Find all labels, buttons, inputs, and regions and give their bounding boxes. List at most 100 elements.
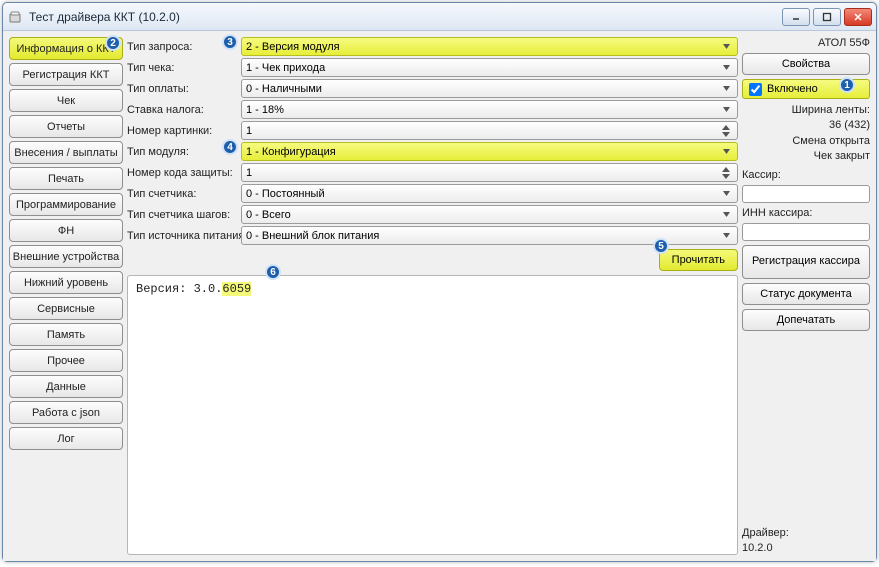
step-counter-type-select[interactable]: 0 - Всего xyxy=(241,205,738,224)
doc-status-label: Статус документа xyxy=(760,288,851,300)
payment-type-value: 0 - Наличными xyxy=(246,83,322,95)
window-title: Тест драйвера ККТ (10.2.0) xyxy=(29,10,180,24)
sidebar-item-cash-in-out[interactable]: Внесения / выплаты xyxy=(9,141,123,164)
status-block: Ширина ленты: 36 (432) Смена открыта Чек… xyxy=(742,103,870,165)
receipt-type-select[interactable]: 1 - Чек прихода xyxy=(241,58,738,77)
picture-no-input[interactable]: 1 xyxy=(241,121,738,140)
counter-type-label: Тип счетчика: xyxy=(127,188,237,200)
shift-status: Смена открыта xyxy=(792,135,870,147)
payment-type-select[interactable]: 0 - Наличными xyxy=(241,79,738,98)
payment-type-label: Тип оплаты: xyxy=(127,83,237,95)
register-cashier-button[interactable]: Регистрация кассира xyxy=(742,245,870,279)
sidebar-item-log[interactable]: Лог xyxy=(9,427,123,450)
tape-width-label: Ширина ленты: xyxy=(792,104,870,116)
picture-no-value: 1 xyxy=(246,125,252,137)
sidebar-item-label: Внесения / выплаты xyxy=(14,147,117,159)
sidebar-item-registration[interactable]: Регистрация ККТ xyxy=(9,63,123,86)
properties-button-label: Свойства xyxy=(782,58,830,70)
sidebar-item-low-level[interactable]: Нижний уровень xyxy=(9,271,123,294)
chevron-down-icon xyxy=(719,84,733,93)
sidebar-item-label: Лог xyxy=(57,433,74,445)
module-type-select[interactable]: 1 - Конфигурация xyxy=(241,142,738,161)
tax-rate-value: 1 - 18% xyxy=(246,104,284,116)
sidebar-item-json[interactable]: Работа с json xyxy=(9,401,123,424)
step-counter-type-value: 0 - Всего xyxy=(246,209,291,221)
receipt-type-value: 1 - Чек прихода xyxy=(246,62,325,74)
sidebar-item-label: Сервисные xyxy=(37,303,95,315)
window-buttons xyxy=(782,8,872,26)
annotation-6: 6 xyxy=(265,264,281,280)
sidebar-item-label: Прочее xyxy=(47,355,85,367)
maximize-button[interactable] xyxy=(813,8,841,26)
close-button[interactable] xyxy=(844,8,872,26)
sidebar-item-other[interactable]: Прочее xyxy=(9,349,123,372)
annotation-4: 4 xyxy=(222,139,238,155)
right-panel: АТОЛ 55Ф Свойства Включено Ширина ленты:… xyxy=(742,37,870,555)
chevron-down-icon xyxy=(719,231,733,240)
tax-rate-select[interactable]: 1 - 18% xyxy=(241,100,738,119)
request-type-label: Тип запроса: xyxy=(127,41,237,53)
output-area: Версия: 3.0.6059 xyxy=(127,275,738,555)
sidebar-item-reports[interactable]: Отчеты xyxy=(9,115,123,138)
sidebar-item-memory[interactable]: Память xyxy=(9,323,123,346)
sidebar-item-service[interactable]: Сервисные xyxy=(9,297,123,320)
sidebar-item-label: Нижний уровень xyxy=(24,277,108,289)
counter-type-select[interactable]: 0 - Постоянный xyxy=(241,184,738,203)
sidebar-item-label: Внешние устройства xyxy=(13,251,119,263)
read-button-label: Прочитать xyxy=(672,254,725,266)
annotation-1: 1 xyxy=(839,77,855,93)
output-highlight: 6059 xyxy=(222,282,251,296)
chevron-down-icon xyxy=(719,189,733,198)
sidebar-item-external-devices[interactable]: Внешние устройства xyxy=(9,245,123,268)
sidebar-item-data[interactable]: Данные xyxy=(9,375,123,398)
spinner-icon[interactable] xyxy=(719,166,733,179)
cashier-input[interactable] xyxy=(742,185,870,203)
receipt-type-label: Тип чека: xyxy=(127,62,237,74)
sidebar-item-label: ФН xyxy=(58,225,74,237)
spacer xyxy=(742,335,870,523)
driver-info: Драйвер: 10.2.0 xyxy=(742,526,870,555)
power-source-type-value: 0 - Внешний блок питания xyxy=(246,230,379,242)
chevron-down-icon xyxy=(719,63,733,72)
sidebar-item-receipt[interactable]: Чек xyxy=(9,89,123,112)
sidebar-item-label: Информация о ККТ xyxy=(16,43,115,55)
minimize-button[interactable] xyxy=(782,8,810,26)
enabled-checkbox-input[interactable] xyxy=(749,83,762,96)
module-type-label: Тип модуля: xyxy=(127,146,237,158)
inn-input[interactable] xyxy=(742,223,870,241)
sidebar-item-label: Данные xyxy=(46,381,86,393)
power-source-type-label: Тип источника питания: xyxy=(127,230,237,242)
request-type-value: 2 - Версия модуля xyxy=(246,41,340,53)
sidebar-item-label: Регистрация ККТ xyxy=(23,69,110,81)
inn-label: ИНН кассира: xyxy=(742,207,870,219)
app-icon xyxy=(7,9,23,25)
request-type-select[interactable]: 2 - Версия модуля xyxy=(241,37,738,56)
tax-rate-label: Ставка налога: xyxy=(127,104,237,116)
chevron-down-icon xyxy=(719,147,733,156)
step-counter-type-label: Тип счетчика шагов: xyxy=(127,209,237,221)
counter-type-value: 0 - Постоянный xyxy=(246,188,325,200)
action-row: Прочитать xyxy=(127,245,738,275)
tape-width-value: 36 (432) xyxy=(829,119,870,131)
sidebar: Информация о ККТ Регистрация ККТ Чек Отч… xyxy=(9,37,123,555)
reprint-button[interactable]: Допечатать xyxy=(742,309,870,331)
sidebar-item-label: Память xyxy=(47,329,85,341)
sidebar-item-programming[interactable]: Программирование xyxy=(9,193,123,216)
device-name: АТОЛ 55Ф xyxy=(742,37,870,49)
register-cashier-label: Регистрация кассира xyxy=(752,255,860,268)
picture-no-label: Номер картинки: xyxy=(127,125,237,137)
reprint-label: Допечатать xyxy=(777,314,836,326)
protection-code-no-input[interactable]: 1 xyxy=(241,163,738,182)
driver-version: 10.2.0 xyxy=(742,541,870,555)
properties-button[interactable]: Свойства xyxy=(742,53,870,75)
sidebar-item-print[interactable]: Печать xyxy=(9,167,123,190)
read-button[interactable]: Прочитать xyxy=(659,249,738,271)
sidebar-item-label: Работа с json xyxy=(32,407,100,419)
sidebar-item-fn[interactable]: ФН xyxy=(9,219,123,242)
spinner-icon[interactable] xyxy=(719,124,733,137)
receipt-status: Чек закрыт xyxy=(814,150,870,162)
window: Тест драйвера ККТ (10.2.0) 1 2 3 4 5 6 И… xyxy=(2,2,877,562)
chevron-down-icon xyxy=(719,105,733,114)
chevron-down-icon xyxy=(719,42,733,51)
doc-status-button[interactable]: Статус документа xyxy=(742,283,870,305)
